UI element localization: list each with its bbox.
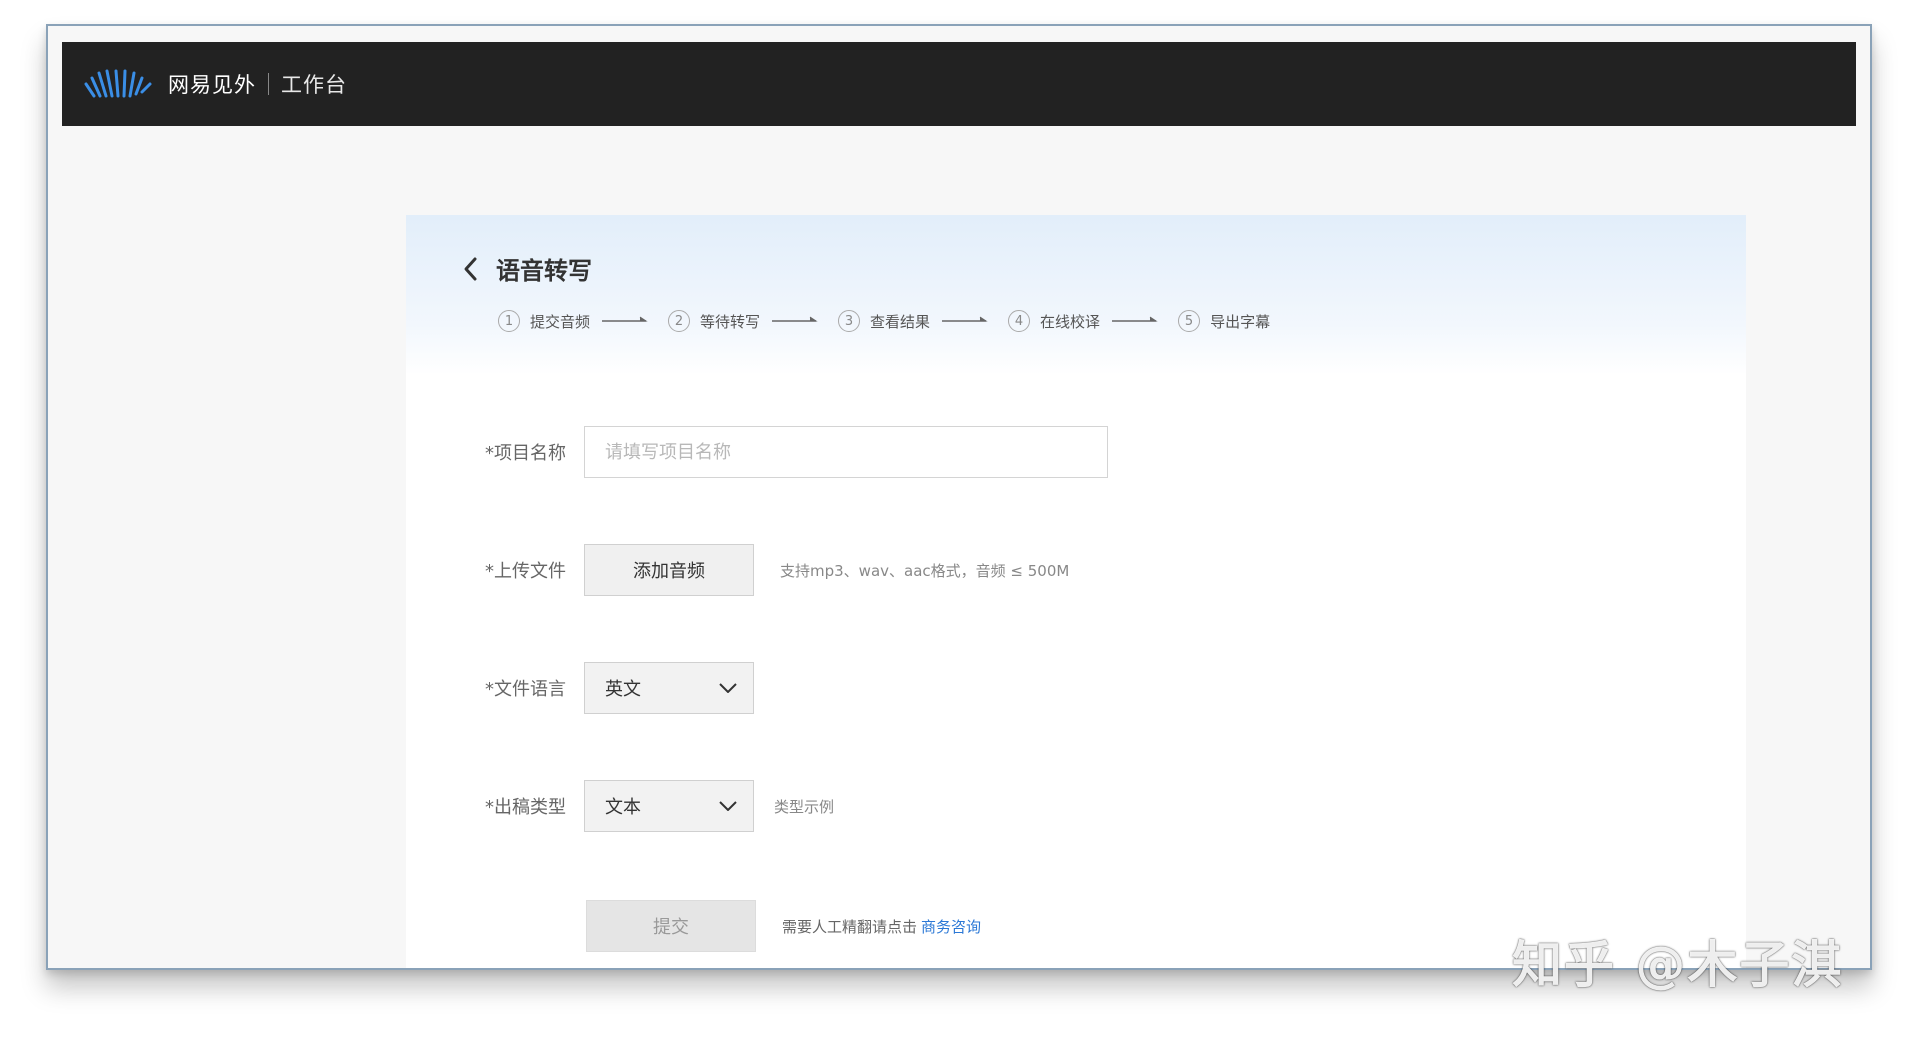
language-row: *文件语言 英文: [406, 662, 754, 714]
output-type-label: *出稿类型: [485, 797, 566, 818]
step-arrow-icon: [602, 316, 648, 322]
manual-translation-note: 需要人工精翻请点击: [782, 917, 918, 936]
progress-steps: 1 提交音频 2 等待转写 3 查看结果 4 在线校译 5 导出字幕: [498, 310, 1270, 332]
project-name-row: *项目名称: [406, 426, 1108, 478]
output-type-select[interactable]: 文本: [584, 780, 754, 832]
language-selected-value: 英文: [605, 679, 641, 700]
workbench-title[interactable]: 工作台: [281, 69, 347, 99]
upload-label: *上传文件: [485, 561, 566, 582]
step-5: 5 导出字幕: [1178, 310, 1270, 332]
chevron-down-icon: [719, 801, 737, 811]
add-audio-button[interactable]: 添加音频: [584, 544, 754, 596]
step-number: 4: [1008, 310, 1031, 332]
step-label: 导出字幕: [1210, 312, 1271, 331]
app-window: 网易见外 工作台 语音转写 1 提交音频 2 等待转写 3 查看结果 4 在线校…: [46, 24, 1872, 970]
step-number: 2: [668, 310, 691, 332]
top-navigation-bar: 网易见外 工作台: [62, 42, 1856, 126]
upload-row: *上传文件 添加音频 支持mp3、wav、aac格式，音频 ≤ 500M: [406, 544, 1069, 596]
project-name-label: *项目名称: [485, 443, 566, 464]
step-number: 5: [1178, 310, 1201, 332]
output-type-example-link[interactable]: 类型示例: [774, 796, 834, 817]
step-label: 等待转写: [700, 312, 761, 331]
step-arrow-icon: [1112, 316, 1158, 322]
zhihu-watermark: 知乎 @木子淇: [1512, 936, 1844, 994]
step-arrow-icon: [942, 316, 988, 322]
language-select[interactable]: 英文: [584, 662, 754, 714]
step-number: 3: [838, 310, 861, 332]
step-1: 1 提交音频: [498, 310, 668, 332]
brand-divider: [268, 73, 269, 95]
transcription-card: 语音转写 1 提交音频 2 等待转写 3 查看结果 4 在线校译 5 导出字幕 …: [406, 215, 1746, 968]
business-consult-link[interactable]: 商务咨询: [921, 916, 981, 937]
submit-row: 提交 需要人工精翻请点击 商务咨询: [406, 900, 981, 952]
page-header: 语音转写: [460, 251, 592, 286]
project-name-input[interactable]: [584, 426, 1108, 478]
step-arrow-icon: [772, 316, 818, 322]
language-label: *文件语言: [485, 679, 566, 700]
step-label: 提交音频: [530, 312, 591, 331]
brand-name[interactable]: 网易见外: [168, 69, 256, 99]
step-label: 查看结果: [870, 312, 931, 331]
page-title: 语音转写: [496, 257, 592, 285]
output-type-selected-value: 文本: [605, 797, 641, 818]
back-arrow-icon[interactable]: [460, 254, 482, 284]
output-type-row: *出稿类型 文本 类型示例: [406, 780, 834, 832]
chevron-down-icon: [719, 683, 737, 693]
page-area: 语音转写 1 提交音频 2 等待转写 3 查看结果 4 在线校译 5 导出字幕 …: [62, 126, 1856, 968]
submit-button[interactable]: 提交: [586, 900, 756, 952]
step-number: 1: [498, 310, 520, 332]
step-2: 2 等待转写: [668, 310, 838, 332]
upload-format-hint: 支持mp3、wav、aac格式，音频 ≤ 500M: [780, 561, 1070, 580]
step-label: 在线校译: [1040, 312, 1101, 331]
step-4: 4 在线校译: [1008, 310, 1178, 332]
step-3: 3 查看结果: [838, 310, 1008, 332]
netease-jianwai-logo-icon[interactable]: [82, 68, 158, 100]
